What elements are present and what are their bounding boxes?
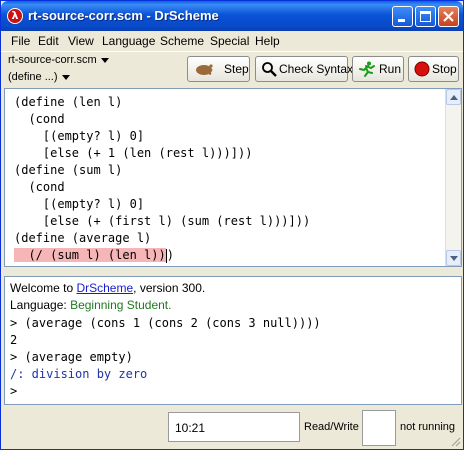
scroll-up-button[interactable] <box>446 89 461 105</box>
code-line: (cond <box>14 180 65 194</box>
interactions-window[interactable]: Welcome to DrScheme, version 300. Langua… <box>4 276 462 405</box>
stop-label: Stop <box>432 62 457 76</box>
define-menu[interactable]: (define ...) <box>8 71 70 83</box>
title-bar[interactable]: λ rt-source-corr.scm - DrScheme <box>1 1 463 31</box>
read-write-status: Read/Write <box>304 421 359 433</box>
repl-input-line: > (average empty) <box>10 350 133 364</box>
step-button[interactable]: Step <box>187 56 250 82</box>
running-man-icon <box>359 61 375 77</box>
drscheme-link[interactable]: DrScheme <box>76 281 133 295</box>
stop-button[interactable]: Stop <box>408 56 459 82</box>
code-line: [else (+ 1 (len (rest l)))])) <box>14 146 253 160</box>
check-syntax-label: Check Syntax <box>279 62 354 76</box>
menu-language[interactable]: Language <box>102 34 155 48</box>
footprint-icon <box>196 64 213 75</box>
menu-scheme[interactable]: Scheme <box>160 34 204 48</box>
scroll-down-button[interactable] <box>446 250 461 266</box>
highlight-indent <box>14 248 29 262</box>
run-button[interactable]: Run <box>352 56 404 82</box>
pane-splitter[interactable] <box>1 268 463 276</box>
language-prefix: Language: <box>10 298 71 312</box>
language-suffix: . <box>168 298 172 312</box>
close-button[interactable] <box>438 6 459 27</box>
definitions-editor[interactable]: (define (len l) (cond [(empty? l) 0] [el… <box>4 88 462 267</box>
arrow-up-icon <box>450 95 458 100</box>
code-line: [else (+ (first l) (sum (rest l)))])) <box>14 214 311 228</box>
resize-grip-icon[interactable] <box>449 435 461 447</box>
menu-divider <box>1 51 463 52</box>
closing-paren: ) <box>166 248 174 262</box>
code-line: (define (len l) <box>14 95 123 109</box>
window-title: rt-source-corr.scm - DrScheme <box>28 8 219 23</box>
chevron-down-icon <box>100 57 109 63</box>
code-line-highlighted: (/ (sum l) (len l))) <box>14 247 310 264</box>
step-label: Step <box>224 62 249 76</box>
menu-file[interactable]: File <box>11 34 30 48</box>
magnifier-icon <box>262 62 277 77</box>
language-name: Beginning Student <box>70 298 169 312</box>
define-menu-label: (define ...) <box>8 71 58 83</box>
drscheme-window: λ rt-source-corr.scm - DrScheme File Edi… <box>0 0 464 450</box>
welcome-prefix: Welcome to <box>10 281 77 295</box>
running-status: not running <box>400 421 456 433</box>
minimize-button[interactable] <box>392 6 413 27</box>
code-line: [(empty? l) 0] <box>14 197 145 211</box>
clock-time: 10:21 <box>175 421 206 435</box>
minimize-icon <box>398 19 405 22</box>
drscheme-logo-icon[interactable]: λ <box>7 8 23 24</box>
definitions-scrollbar[interactable] <box>445 89 461 266</box>
repl-prompt[interactable]: > <box>10 384 17 398</box>
close-icon <box>443 11 454 22</box>
menu-view[interactable]: View <box>68 34 94 48</box>
code-line: [(empty? l) 0] <box>14 129 145 143</box>
gc-indicator <box>362 410 396 446</box>
menu-edit[interactable]: Edit <box>38 34 59 48</box>
maximize-button[interactable] <box>415 6 436 27</box>
menu-help[interactable]: Help <box>255 34 280 48</box>
code-line: (define (average l) <box>14 231 152 245</box>
language-line: Language: Beginning Student. <box>10 298 172 312</box>
file-name: rt-source-corr.scm <box>8 54 97 66</box>
repl-error-line: /: division by zero <box>10 367 148 381</box>
arrow-down-icon <box>450 256 458 261</box>
menu-special[interactable]: Special <box>210 34 249 48</box>
maximize-icon <box>420 11 431 22</box>
highlighted-expression: (/ (sum l) (len l)) <box>28 248 166 262</box>
clock-display: 10:21 <box>168 412 300 442</box>
status-bar: 10:21 Read/Write not running <box>1 407 463 449</box>
check-syntax-button[interactable]: Check Syntax <box>255 56 353 82</box>
welcome-line: Welcome to DrScheme, version 300. <box>10 281 205 295</box>
stop-icon <box>414 61 430 77</box>
chevron-down-icon <box>61 74 70 80</box>
repl-result-line: 2 <box>10 333 18 347</box>
code-line: (cond <box>14 112 65 126</box>
definitions-code: (define (len l) (cond [(empty? l) 0] [el… <box>14 94 310 264</box>
run-label: Run <box>379 62 402 76</box>
repl-input-line: > (average (cons 1 (cons 2 (cons 3 null)… <box>10 316 321 330</box>
file-name-menu[interactable]: rt-source-corr.scm <box>8 54 109 66</box>
welcome-suffix: , version 300. <box>133 281 206 295</box>
code-line: (define (sum l) <box>14 163 123 177</box>
